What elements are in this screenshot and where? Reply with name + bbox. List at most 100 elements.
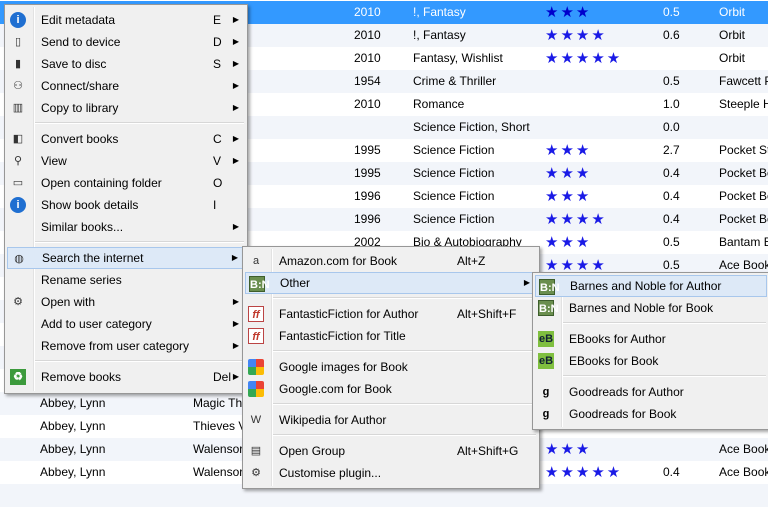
menu-item-open-with[interactable]: ⚙ Open with ▶ [7,291,245,313]
menu-item-barnes-and-noble-for-author[interactable]: B:N Barnes and Noble for Author [535,275,767,297]
library-icon: ▥ [12,102,24,114]
menu-item-search-the-internet[interactable]: ◍ Search the internet ▶ [7,247,245,269]
cell-tags: Romance [413,97,465,111]
cell-author: Abbey, Lynn [40,396,106,410]
rating-stars: ★★★ [545,234,592,251]
blank-icon [10,316,26,332]
rating-stars: ★★★ [545,188,592,205]
menu-item-remove-from-user-category[interactable]: Remove from user category ▶ [7,335,245,357]
menu-separator [35,360,244,362]
menu-item-label: FantasticFiction for Author [279,307,419,321]
cell-pub: Pocket Bo [719,189,768,203]
cell-pub: Ace Book [719,442,768,456]
save-icon: ▮ [14,58,22,70]
cell-tags: Science Fiction [413,189,495,203]
menu-item-label: Save to disc [41,57,107,71]
cell-year: 1996 [354,189,381,203]
cell-num: 0.4 [663,465,680,479]
menu-item-label: Edit metadata [41,13,116,27]
menu-separator [273,297,536,299]
recycle-icon: ♻ [10,369,26,385]
menu-item-barnes-and-noble-for-book[interactable]: B:N Barnes and Noble for Book [535,297,767,319]
menu-separator [35,241,244,243]
cell-pub: Fawcett P [719,74,768,88]
submenu-arrow-icon: ▶ [232,319,239,328]
menu-item-label: EBooks for Book [569,354,659,368]
menu-item-shortcut: I [213,198,217,212]
menu-item-label: FantasticFiction for Title [279,329,406,343]
device-icon: ▯ [14,36,22,48]
menu-item-remove-books[interactable]: ♻ Remove books Del ▶ [7,366,245,388]
menu-item-convert-books[interactable]: ◧ Convert books C ▶ [7,128,245,150]
menu-item-rename-series[interactable]: Rename series [7,269,245,291]
menu-item-label: Connect/share [41,79,120,93]
menu-item-other[interactable]: B:N Other ▶ [245,272,537,294]
cell-tags: Science Fiction [413,166,495,180]
menu-item-goodreads-for-author[interactable]: g Goodreads for Author [535,381,767,403]
menu-item-label: Show book details [41,198,139,212]
menu-item-similar-books[interactable]: Similar books... ▶ [7,216,245,238]
menu-item-label: Amazon.com for Book [279,254,398,268]
menu-item-google-com-for-book[interactable]: Google.com for Book [245,378,537,400]
menu-item-send-to-device[interactable]: ▯ Send to device D ▶ [7,31,245,53]
bn-icon: B:N [538,300,559,316]
gears-icon: ⚙ [13,296,23,308]
rating-stars: ★★★ [545,142,592,159]
menu-item-save-to-disc[interactable]: ▮ Save to disc S ▶ [7,53,245,75]
blank-icon [10,272,26,288]
cell-num: 1.0 [663,97,680,111]
cell-year: 1996 [354,212,381,226]
menu-item-show-book-details[interactable]: i Show book details I [7,194,245,216]
cell-tags: !, Fantasy [413,28,466,42]
menu-item-wikipedia-for-author[interactable]: W Wikipedia for Author [245,409,537,431]
menu-item-label: Goodreads for Book [569,407,677,421]
cell-author: Abbey, Lynn [40,442,106,456]
goodreads-icon: g [542,408,550,420]
submenu-arrow-icon: ▶ [232,156,239,165]
menu-item-fantasticfiction-for-author[interactable]: ff FantasticFiction for Author Alt+Shift+F [245,303,537,325]
menu-item-copy-to-library[interactable]: ▥ Copy to library ▶ [7,97,245,119]
cell-pub: Steeple H [719,97,768,111]
menu-item-add-to-user-category[interactable]: Add to user category ▶ [7,313,245,335]
menu-item-google-images-for-book[interactable]: Google images for Book [245,356,537,378]
cell-num: 0.4 [663,166,680,180]
menu-item-label: Open Group [279,444,346,458]
menu-item-connect-share[interactable]: ⚇ Connect/share ▶ [7,75,245,97]
cell-pub: Bantam B [719,235,768,249]
rating-stars: ★★★ [545,165,592,182]
menu-item-label: Search the internet [42,251,144,265]
menu-item-shortcut: C [213,132,222,146]
rating-stars: ★★★★ [545,211,607,228]
cell-year: 2010 [354,51,381,65]
cell-year: 1954 [354,74,381,88]
cell-pub: Ace Book [719,465,768,479]
cell-pub: Pocket St [719,143,768,157]
menu-item-customise-plugin[interactable]: ⚙ Customise plugin... [245,462,537,484]
menu-item-fantasticfiction-for-title[interactable]: ff FantasticFiction for Title [245,325,537,347]
menu-item-ebooks-for-author[interactable]: eB EBooks for Author [535,328,767,350]
cell-pub: Orbit [719,5,746,19]
submenu-arrow-icon: ▶ [232,341,239,350]
menu-separator [563,375,766,377]
menu-item-goodreads-for-book[interactable]: g Goodreads for Book [535,403,767,425]
cell-year: 2010 [354,28,381,42]
gear-icon: ⚙ [251,467,261,479]
menu-item-amazon-com-for-book[interactable]: a Amazon.com for Book Alt+Z [245,250,537,272]
menu-item-ebooks-for-book[interactable]: eB EBooks for Book [535,350,767,372]
menu-item-label: Open with [41,295,96,309]
menu-item-shortcut: D [213,35,222,49]
details-icon: i [10,197,26,213]
menu-item-label: Google images for Book [279,360,408,374]
cell-num: 0.5 [663,235,680,249]
menu-item-view[interactable]: ⚲ View V ▶ [7,150,245,172]
submenu-arrow-icon: ▶ [232,372,239,381]
menu-item-open-containing-folder[interactable]: ▭ Open containing folder O [7,172,245,194]
menu-item-edit-metadata[interactable]: i Edit metadata E ▶ [7,9,245,31]
submenu-arrow-icon: ▶ [232,103,239,112]
menu-item-open-group[interactable]: ▤ Open Group Alt+Shift+G [245,440,537,462]
folder-icon: ▭ [12,177,24,189]
menu-item-label: EBooks for Author [569,332,666,346]
submenu-arrow-icon: ▶ [231,253,238,262]
info-icon: i [10,12,26,28]
menu-item-label: Customise plugin... [279,466,382,480]
